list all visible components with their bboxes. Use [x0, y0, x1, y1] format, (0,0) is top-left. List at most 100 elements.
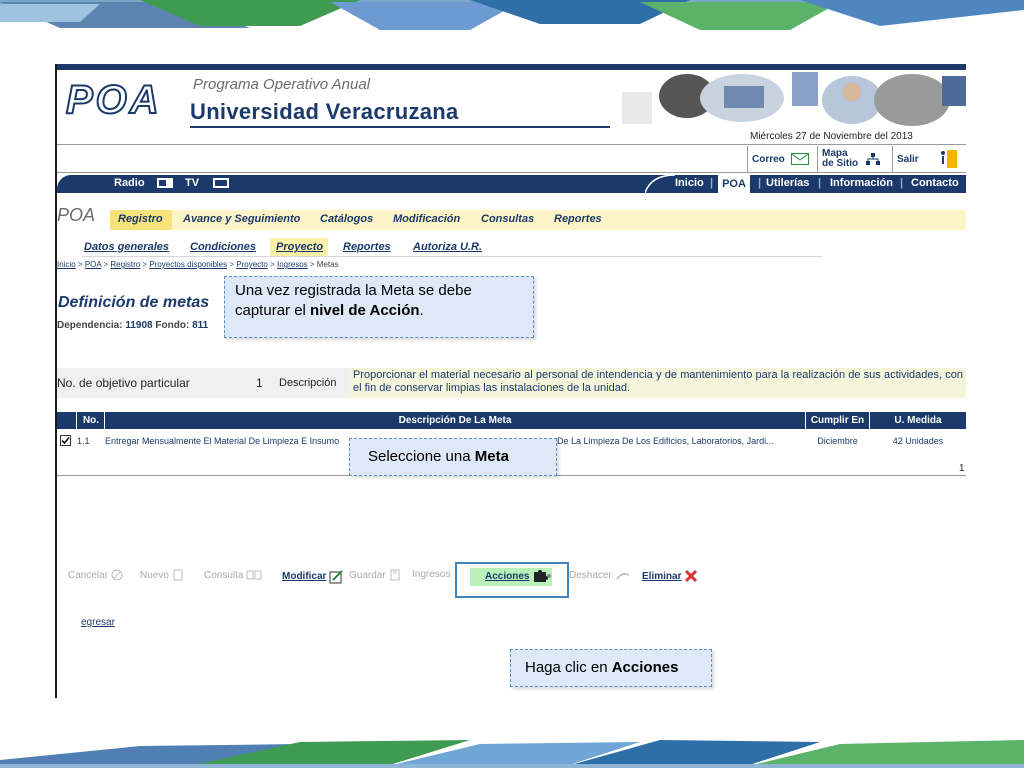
- menu-catalogos[interactable]: Catálogos: [320, 213, 373, 225]
- breadcrumb: Inicio > POA > Registro > Proyectos disp…: [57, 260, 339, 269]
- nav-separator: |: [758, 177, 762, 189]
- nav-poa-active[interactable]: POA: [718, 175, 750, 193]
- ingresos-button[interactable]: Ingresos: [412, 569, 450, 580]
- fondo-label: Fondo:: [155, 320, 190, 331]
- breadcrumb-separator: >: [140, 260, 150, 269]
- callout-text: .: [419, 302, 424, 319]
- breadcrumb-poa[interactable]: POA: [85, 260, 101, 269]
- acciones-focus-highlight: [455, 562, 569, 598]
- mapa-de-sitio-link[interactable]: Mapa de Sitio: [817, 146, 892, 172]
- breadcrumb-current: Metas: [316, 260, 339, 269]
- menu-reportes[interactable]: Reportes: [554, 213, 602, 225]
- col-header-no: No.: [82, 415, 100, 426]
- nuevo-label: Nuevo: [140, 569, 169, 581]
- nav-curve: [645, 175, 675, 193]
- callout-text: Seleccione una: [368, 448, 475, 465]
- eliminar-button[interactable]: Eliminar: [642, 569, 698, 583]
- menu-avance-seguimiento[interactable]: Avance y Seguimiento: [183, 213, 300, 225]
- menu-registro[interactable]: Registro: [118, 213, 163, 225]
- callout-seleccione-meta: Seleccione una Meta: [349, 438, 557, 476]
- nav-utilerias[interactable]: Utilerías: [766, 177, 809, 189]
- col-header-descripcion: Descripción De La Meta: [398, 415, 512, 426]
- cell-descripcion-start: Entregar Mensualmente El Material De Lim…: [105, 436, 340, 446]
- cell-no: 1.1: [77, 436, 90, 446]
- objective-desc-label: Descripción: [279, 377, 337, 389]
- breadcrumb-proyectos-disponibles[interactable]: Proyectos disponibles: [149, 260, 227, 269]
- cancel-icon: [111, 569, 123, 581]
- breadcrumb-registro[interactable]: Registro: [110, 260, 140, 269]
- page-number[interactable]: 1: [959, 463, 965, 474]
- breadcrumb-separator: >: [307, 260, 317, 269]
- nav-informacion[interactable]: Información: [830, 177, 893, 189]
- mail-icon: [790, 153, 809, 165]
- consulta-button[interactable]: Consulta: [204, 569, 262, 581]
- fondo-value: 811: [192, 320, 209, 331]
- bottom-decorative-stripes: [0, 740, 1024, 768]
- radio-link[interactable]: Radio: [114, 177, 145, 189]
- section-label: POA: [57, 205, 96, 225]
- submenu-autoriza-ur[interactable]: Autoriza U.R.: [413, 241, 482, 253]
- breadcrumb-inicio[interactable]: Inicio: [57, 260, 76, 269]
- cell-descripcion-end: De La Limpieza De Los Edificios, Laborat…: [557, 436, 774, 446]
- menu-modificacion[interactable]: Modificación: [393, 213, 460, 225]
- eliminar-label: Eliminar: [642, 570, 682, 582]
- col-separator: [805, 412, 806, 429]
- breadcrumb-separator: >: [267, 260, 277, 269]
- radio-icon: [157, 178, 173, 188]
- row-checkbox[interactable]: [60, 435, 71, 446]
- regresar-link[interactable]: egresar: [81, 617, 115, 628]
- col-separator: [104, 412, 105, 429]
- submenu-reportes[interactable]: Reportes: [343, 241, 391, 253]
- nav-contacto[interactable]: Contacto: [911, 177, 959, 189]
- delete-icon: [685, 569, 698, 583]
- submenu-condiciones[interactable]: Condiciones: [190, 241, 256, 253]
- submenu-proyecto[interactable]: Proyecto: [276, 241, 323, 253]
- page-title: Definición de metas: [58, 294, 210, 311]
- objective-description: Proporcionar el material necesario al pe…: [350, 368, 966, 398]
- exit-icon: [940, 150, 957, 168]
- top-decorative-stripes: [0, 0, 1024, 30]
- current-date: Miércoles 27 de Noviembre del 2013: [750, 131, 913, 142]
- deshacer-button[interactable]: Deshacer: [569, 569, 631, 581]
- header-photo-collage: [612, 72, 966, 128]
- modificar-button[interactable]: Modificar: [282, 569, 344, 584]
- callout-bold-text: Acciones: [611, 659, 679, 676]
- breadcrumb-separator: >: [227, 260, 237, 269]
- correo-link[interactable]: Correo: [747, 146, 817, 172]
- breadcrumb-proyecto[interactable]: Proyecto: [236, 260, 268, 269]
- objective-label: No. de objetivo particular: [57, 376, 190, 390]
- salir-label: Salir: [897, 153, 919, 165]
- poa-logo[interactable]: POA: [65, 77, 162, 123]
- guardar-label: Guardar: [349, 569, 386, 581]
- breadcrumb-ingresos[interactable]: Ingresos: [277, 260, 308, 269]
- col-header-cumplir: Cumplir En: [810, 415, 865, 426]
- program-title: Programa Operativo Anual: [193, 76, 371, 93]
- col-separator: [869, 412, 870, 429]
- salir-link[interactable]: Salir: [892, 146, 966, 172]
- guardar-button[interactable]: Guardar: [349, 569, 401, 581]
- edit-icon: [329, 570, 344, 584]
- nav-inicio[interactable]: Inicio: [675, 177, 704, 189]
- submenu-divider: [82, 256, 822, 257]
- breadcrumb-separator: >: [75, 260, 85, 269]
- tv-icon: [213, 178, 229, 188]
- menu-consultas[interactable]: Consultas: [481, 213, 534, 225]
- submenu-datos-generales[interactable]: Datos generales: [84, 241, 169, 253]
- header-divider: [190, 126, 610, 128]
- save-icon: [390, 569, 400, 581]
- deshacer-label: Deshacer: [569, 569, 612, 581]
- cell-medida: 42 Unidades: [892, 436, 944, 446]
- cell-cumplir: Diciembre: [817, 436, 858, 446]
- new-document-icon: [173, 569, 183, 581]
- callout-bold-text: nivel de Acción: [310, 302, 420, 319]
- modificar-label: Modificar: [282, 571, 327, 582]
- undo-icon: [616, 572, 630, 580]
- dependencia-label: Dependencia:: [57, 320, 123, 331]
- query-icon: [246, 570, 262, 580]
- cancelar-button[interactable]: Cancelar: [68, 569, 123, 581]
- col-header-medida: U. Medida: [894, 415, 942, 426]
- callout-clic-acciones: Haga clic en Acciones: [510, 649, 712, 687]
- tv-link[interactable]: TV: [185, 177, 199, 189]
- nuevo-button[interactable]: Nuevo: [140, 569, 184, 581]
- mapa-label-line2: de Sitio: [822, 158, 859, 169]
